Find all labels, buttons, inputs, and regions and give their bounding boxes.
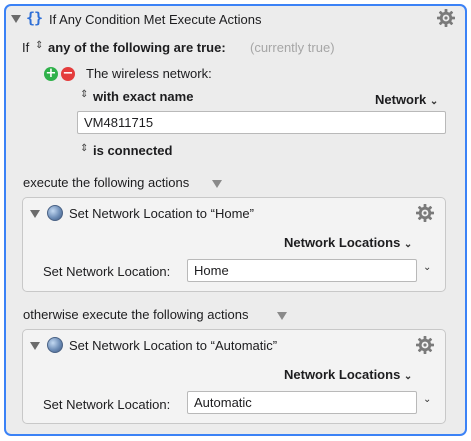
if-label: If [22, 40, 30, 55]
minus-icon[interactable]: − [61, 67, 75, 81]
plus-icon[interactable]: + [44, 67, 58, 81]
then-section-label: execute the following actions [23, 175, 190, 190]
then-field-label: Set Network Location: [43, 264, 171, 279]
connection-state-popup[interactable]: is connected [93, 143, 172, 158]
network-name-field[interactable]: VM4811715 [77, 111, 446, 134]
match-type-popup[interactable]: with exact name [93, 89, 193, 104]
then-location-chevron-down-icon[interactable]: ⌄ [423, 262, 431, 273]
then-disclosure-triangle-icon[interactable] [212, 180, 222, 188]
chevron-down-icon: ⌄ [403, 371, 413, 382]
state-popup-icon[interactable]: ⇕ [80, 144, 88, 154]
else-section-label: otherwise execute the following actions [23, 307, 249, 322]
chevron-down-icon: ⌄ [403, 239, 413, 250]
then-action-title: Set Network Location to “Home” [69, 206, 254, 221]
network-globe-icon [47, 337, 63, 353]
condition-status: (currently true) [250, 40, 335, 55]
else-location-field[interactable]: Automatic [187, 391, 417, 414]
network-dropdown[interactable]: Network ⌄ [375, 92, 438, 107]
chevron-down-icon: ⌄ [429, 96, 439, 107]
else-action-collapse-icon[interactable] [30, 342, 40, 350]
else-location-chevron-down-icon[interactable]: ⌄ [423, 394, 431, 405]
then-locations-dropdown[interactable]: Network Locations ⌄ [284, 235, 412, 250]
condition-mode-popup[interactable]: any of the following are true: [48, 40, 226, 55]
then-action-collapse-icon[interactable] [30, 210, 40, 218]
else-locations-dropdown[interactable]: Network Locations ⌄ [284, 367, 412, 382]
gear-icon[interactable] [415, 335, 435, 355]
else-field-label: Set Network Location: [43, 397, 171, 412]
else-locations-dropdown-label: Network Locations [284, 367, 401, 382]
network-dropdown-label: Network [375, 92, 427, 107]
else-disclosure-triangle-icon[interactable] [277, 312, 287, 320]
match-popup-icon[interactable]: ⇕ [80, 90, 88, 100]
network-globe-icon [47, 205, 63, 221]
else-action-title: Set Network Location to “Automatic” [69, 338, 278, 353]
then-location-field[interactable]: Home [187, 259, 417, 282]
action-title: If Any Condition Met Execute Actions [49, 12, 262, 27]
collapse-triangle-icon[interactable] [11, 15, 21, 23]
mode-popup-icon[interactable]: ⇕ [35, 41, 43, 51]
curly-braces-icon: {} [26, 9, 43, 27]
gear-icon[interactable] [415, 203, 435, 223]
then-locations-dropdown-label: Network Locations [284, 235, 401, 250]
condition-label: The wireless network: [86, 66, 212, 81]
gear-icon[interactable] [436, 8, 456, 28]
